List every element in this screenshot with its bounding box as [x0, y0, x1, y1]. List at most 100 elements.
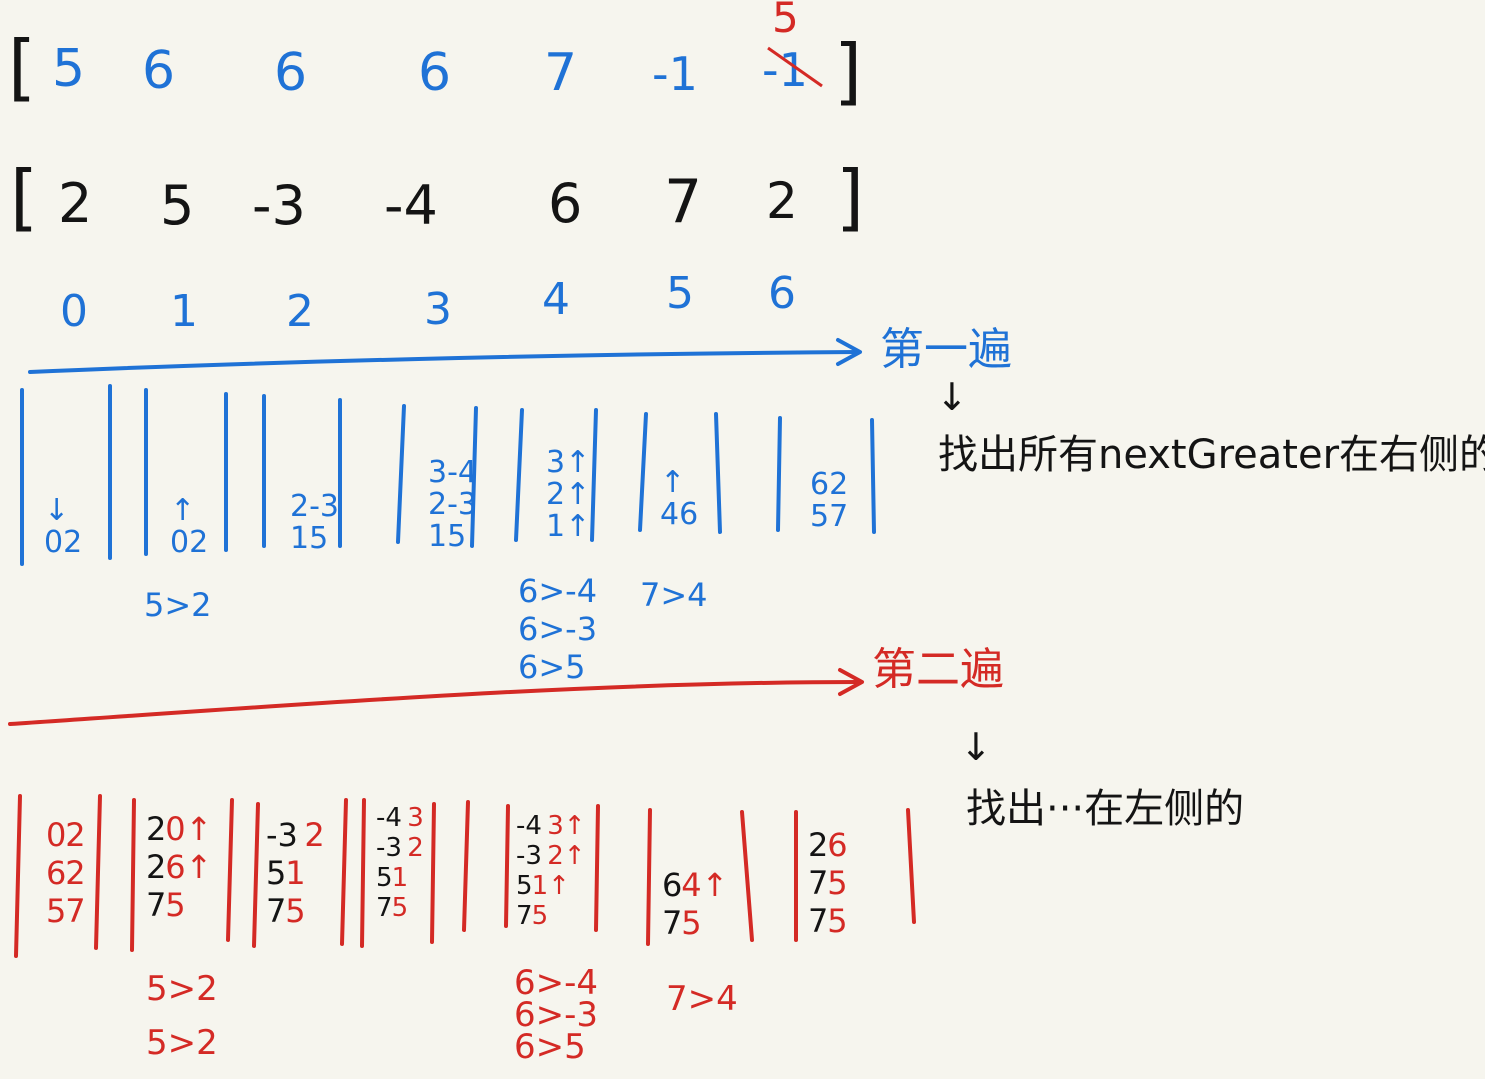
- pass-two-label: 第二遍: [872, 644, 1004, 695]
- input-value: -4: [384, 174, 438, 237]
- result-array: [ 5 6 6 6 7 -1 -1 5 ]: [8, 0, 862, 113]
- stack-entry: 02: [170, 525, 208, 560]
- result-value: 6: [418, 43, 451, 103]
- stack-entry: 7: [808, 864, 828, 902]
- pass-two-down-arrow: ↓: [960, 725, 992, 769]
- stack-entry: -3: [266, 816, 298, 854]
- stack-entry: ↑: [170, 493, 195, 528]
- stack-entry: 7: [376, 893, 393, 923]
- stack-entry: 57: [810, 499, 848, 534]
- stack-entry: 7: [266, 892, 286, 930]
- notes-canvas: [ 5 6 6 6 7 -1 -1 5 ] [ 2 5 -3 -4 6 7 2 …: [8, 0, 1485, 1067]
- stack-entry: 5: [532, 901, 549, 931]
- stack-entry: 5: [827, 902, 847, 940]
- stack-entry: ↑: [660, 465, 685, 500]
- stack-entry: 6: [46, 854, 66, 892]
- stack-box: [594, 804, 652, 946]
- stack-entry: ↓: [44, 493, 69, 528]
- pass-two-comparisons: 5>25>26>-46>-36>57>4: [146, 963, 738, 1067]
- pass-two-header: 第二遍 ↓ 找出···在左侧的: [8, 644, 1244, 832]
- result-correction: 5: [772, 0, 799, 42]
- comparison-note: 5>2: [146, 969, 218, 1009]
- result-value: 5: [52, 39, 85, 99]
- stack-entry: 3↑: [547, 811, 585, 841]
- comparison-note: 6>5: [514, 1027, 586, 1067]
- stack-entry: 7: [808, 902, 828, 940]
- pass-one-comparisons: 5>2 6>-46>-36>5 7>4: [144, 572, 708, 686]
- input-value: 6: [548, 172, 582, 235]
- stack-entry: 5: [285, 892, 305, 930]
- input-value: 7: [664, 167, 702, 237]
- stack-entry: 2: [65, 816, 85, 854]
- pass-two-arrow: [8, 680, 862, 726]
- pass-two-stack-contents: 0262572 0↑2 6↑75-3 25175-4 3-3 25 17 5-4 3↑-3 2…: [46, 803, 848, 942]
- stack-entry: -4: [516, 811, 542, 841]
- stack-entry: 7: [516, 901, 533, 931]
- stack-entry: 2-3: [428, 487, 477, 522]
- stack-entry: 0↑: [165, 810, 212, 848]
- input-value: 5: [160, 174, 194, 237]
- stack-entry: 0: [46, 816, 66, 854]
- result-open-bracket: [: [8, 25, 36, 109]
- stack-entry: 6↑: [165, 848, 212, 886]
- stack-entry: 46: [660, 497, 698, 532]
- comparison-note: 5>2: [146, 1023, 218, 1063]
- result-value: 7: [544, 43, 577, 103]
- stack-entry: 5: [516, 871, 533, 901]
- stack-entry: 2↑: [546, 477, 590, 512]
- result-value: 6: [142, 41, 175, 101]
- comparison-note: 7>4: [666, 979, 738, 1019]
- result-close-bracket: ]: [834, 29, 862, 113]
- stack-box: [906, 808, 916, 924]
- stack-entry: 2: [407, 833, 424, 863]
- stack-entry: 3↑: [546, 445, 590, 480]
- pass-one-stack-contents: ↓02↑022-3153-42-3153↑2↑1↑↑466257: [44, 445, 848, 560]
- stack-entry: 5: [392, 893, 409, 923]
- index-row: 0 1 2 3 4 5 6: [60, 268, 796, 337]
- stack-entry: 1↑: [546, 509, 590, 544]
- stack-entry: 7: [662, 904, 682, 942]
- stack-entry: 2: [808, 826, 828, 864]
- input-value: 2: [766, 172, 798, 230]
- stack-entry: 7: [146, 886, 166, 924]
- pass-one-arrow: [28, 350, 860, 374]
- stack-entry: -4: [376, 803, 402, 833]
- stack-entry: 7: [65, 892, 85, 930]
- input-close-bracket: ]: [836, 155, 864, 239]
- index-label: 5: [666, 268, 694, 319]
- index-label: 2: [286, 286, 314, 337]
- stack-entry: 02: [44, 525, 82, 560]
- stack-entry: 6: [827, 826, 847, 864]
- stack-entry: 5: [266, 854, 286, 892]
- stack-box: [462, 800, 510, 932]
- stack-entry: 5: [376, 863, 393, 893]
- comparison-note: 7>4: [640, 576, 708, 614]
- stack-entry: -3: [516, 841, 542, 871]
- stack-entry: 15: [290, 521, 328, 556]
- stack-entry: 5: [165, 886, 185, 924]
- stack-entry: 3: [407, 803, 424, 833]
- index-label: 6: [768, 268, 796, 319]
- stack-entry: 5: [46, 892, 66, 930]
- comparison-note: 6>-4: [518, 572, 597, 610]
- stack-entry: 2↑: [547, 841, 585, 871]
- input-open-bracket: [: [10, 155, 38, 239]
- stack-entry: 3-4: [428, 455, 477, 490]
- stack-entry: 15: [428, 519, 466, 554]
- pass-one-down-arrow: ↓: [936, 375, 968, 419]
- stack-entry: 4↑: [681, 866, 728, 904]
- stack-entry: 2: [146, 810, 166, 848]
- stack-entry: 62: [810, 467, 848, 502]
- pass-one-note: 找出所有nextGreater在右侧的: [938, 432, 1485, 478]
- stack-entry: -3: [376, 833, 402, 863]
- stack-entry: 5: [827, 864, 847, 902]
- pass-one-label: 第一遍: [880, 324, 1012, 375]
- comparison-note: 6>5: [518, 648, 586, 686]
- stack-entry: 2: [65, 854, 85, 892]
- pass-two-note: 找出···在左侧的: [966, 786, 1244, 832]
- comparison-note: 6>-3: [518, 610, 597, 648]
- comparison-note: 5>2: [144, 586, 212, 624]
- input-value: -3: [252, 174, 306, 237]
- stack-entry: 5: [681, 904, 701, 942]
- index-label: 0: [60, 286, 88, 337]
